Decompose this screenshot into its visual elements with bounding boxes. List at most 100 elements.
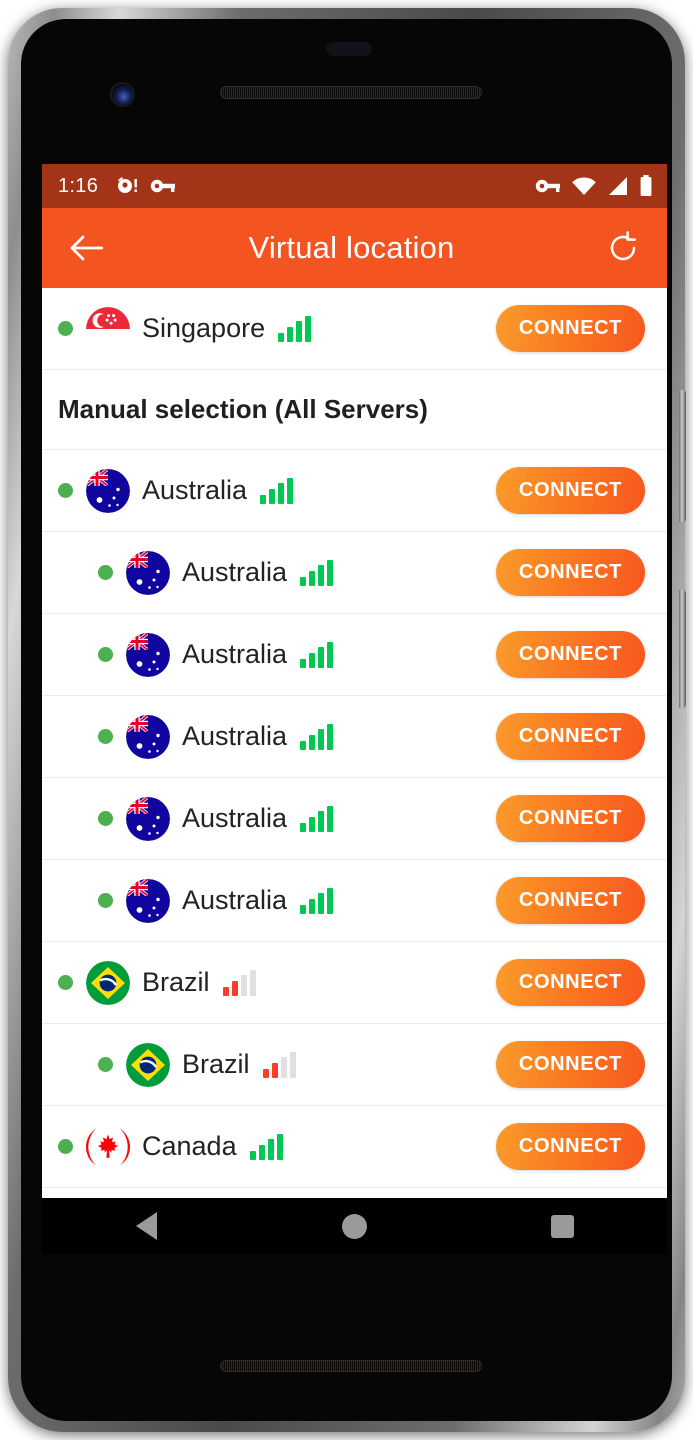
status-indicator-dot bbox=[58, 975, 73, 990]
brazil-flag-icon bbox=[126, 1042, 170, 1087]
signal-strength-icon bbox=[249, 1133, 283, 1160]
signal-bar bbox=[269, 488, 276, 504]
connect-button[interactable]: CONNECT bbox=[495, 1041, 645, 1088]
server-row[interactable]: Australia CONNECT bbox=[42, 614, 667, 696]
signal-bar bbox=[309, 816, 316, 832]
server-row[interactable]: Brazil CONNECT bbox=[42, 1024, 667, 1106]
server-list[interactable]: Singapore CONNECT Manual selection (All … bbox=[42, 288, 667, 1198]
arrow-left-icon bbox=[70, 235, 103, 261]
server-row[interactable]: Australia CONNECT bbox=[42, 778, 667, 860]
signal-bar bbox=[267, 1138, 274, 1160]
signal-bar bbox=[318, 810, 325, 832]
signal-strength-icon bbox=[278, 315, 312, 342]
signal-bar bbox=[289, 1051, 296, 1078]
signal-bar bbox=[309, 570, 316, 586]
signal-bar bbox=[287, 477, 294, 504]
cellular-signal-icon bbox=[609, 177, 627, 195]
nav-recents-icon bbox=[551, 1214, 575, 1238]
connect-button[interactable]: CONNECT bbox=[495, 305, 645, 352]
server-row[interactable]: Canada CONNECT bbox=[42, 1106, 667, 1188]
status-bar: 1:16 bbox=[42, 164, 667, 208]
signal-bar bbox=[296, 320, 303, 342]
vpn-key-icon bbox=[150, 179, 176, 193]
signal-bar bbox=[231, 980, 238, 996]
connect-button[interactable]: CONNECT bbox=[495, 467, 645, 514]
nav-home-icon bbox=[341, 1213, 367, 1239]
canada-flag-icon bbox=[86, 1124, 130, 1169]
server-name: Australia bbox=[182, 885, 288, 915]
signal-bar bbox=[222, 986, 229, 996]
signal-bar bbox=[278, 482, 285, 504]
signal-bar bbox=[300, 576, 307, 586]
status-indicator-dot bbox=[58, 1139, 73, 1154]
server-name: Australia bbox=[182, 639, 288, 669]
signal-bar bbox=[278, 332, 285, 342]
australia-flag-icon bbox=[126, 878, 170, 923]
volume-button[interactable] bbox=[679, 590, 686, 708]
server-name: Canada bbox=[142, 1131, 237, 1161]
signal-bar bbox=[300, 658, 307, 668]
signal-bar bbox=[271, 1062, 278, 1078]
signal-bar bbox=[240, 974, 247, 996]
nav-home-button[interactable] bbox=[326, 1203, 382, 1249]
signal-bar bbox=[309, 652, 316, 668]
alarm-notification-icon bbox=[118, 177, 138, 193]
phone-frame: 1:16 Virtual location Singapore CONNECT … bbox=[8, 8, 686, 1432]
android-navigation-bar bbox=[42, 1198, 667, 1254]
signal-strength-icon bbox=[300, 641, 334, 668]
australia-flag-icon bbox=[126, 632, 170, 677]
connect-button[interactable]: CONNECT bbox=[495, 959, 645, 1006]
status-bar-right-icons bbox=[535, 175, 653, 197]
server-row[interactable]: Brazil CONNECT bbox=[42, 942, 667, 1024]
signal-strength-icon bbox=[260, 477, 294, 504]
server-row[interactable]: Australia CONNECT bbox=[42, 450, 667, 532]
server-row[interactable]: Singapore CONNECT bbox=[42, 288, 667, 370]
signal-bar bbox=[318, 564, 325, 586]
front-camera-icon bbox=[112, 84, 133, 105]
signal-bar bbox=[249, 1150, 256, 1160]
connect-button[interactable]: CONNECT bbox=[495, 631, 645, 678]
status-indicator-dot bbox=[58, 483, 73, 498]
refresh-button[interactable] bbox=[601, 226, 645, 270]
status-indicator-dot bbox=[98, 811, 113, 826]
bottom-speaker bbox=[220, 1360, 482, 1372]
connect-button[interactable]: CONNECT bbox=[495, 1123, 645, 1170]
proximity-sensor-notch bbox=[326, 42, 372, 56]
connect-button[interactable]: CONNECT bbox=[495, 877, 645, 924]
signal-bar bbox=[318, 646, 325, 668]
section-header: Manual selection (All Servers) bbox=[42, 370, 667, 450]
signal-bar bbox=[276, 1133, 283, 1160]
australia-flag-icon bbox=[126, 714, 170, 759]
power-button[interactable] bbox=[679, 390, 686, 522]
nav-recents-button[interactable] bbox=[535, 1203, 591, 1249]
nav-back-button[interactable] bbox=[118, 1203, 174, 1249]
server-row[interactable]: Australia CONNECT bbox=[42, 860, 667, 942]
connect-button[interactable]: CONNECT bbox=[495, 795, 645, 842]
phone-screen: 1:16 Virtual location Singapore CONNECT … bbox=[42, 164, 667, 1254]
signal-bar bbox=[327, 805, 334, 832]
signal-bar bbox=[305, 315, 312, 342]
brazil-flag-icon bbox=[86, 960, 130, 1005]
connect-button[interactable]: CONNECT bbox=[495, 713, 645, 760]
wifi-icon bbox=[572, 177, 596, 195]
australia-flag-icon bbox=[86, 468, 130, 513]
signal-bar bbox=[300, 822, 307, 832]
australia-flag-icon bbox=[126, 550, 170, 595]
server-row[interactable]: Australia CONNECT bbox=[42, 532, 667, 614]
status-bar-clock: 1:16 bbox=[58, 174, 99, 197]
connect-button[interactable]: CONNECT bbox=[495, 549, 645, 596]
signal-bar bbox=[309, 898, 316, 914]
status-indicator-dot bbox=[98, 647, 113, 662]
server-row[interactable]: Australia CONNECT bbox=[42, 696, 667, 778]
server-name: Australia bbox=[182, 803, 288, 833]
app-bar: Virtual location bbox=[42, 208, 667, 288]
server-name: Australia bbox=[142, 475, 248, 505]
signal-bar bbox=[258, 1144, 265, 1160]
signal-strength-icon bbox=[300, 723, 334, 750]
signal-bar bbox=[262, 1068, 269, 1078]
signal-bar bbox=[249, 969, 256, 996]
signal-bar bbox=[300, 740, 307, 750]
server-name: Singapore bbox=[142, 313, 266, 343]
singapore-flag-icon bbox=[86, 306, 130, 351]
signal-strength-icon bbox=[222, 969, 256, 996]
